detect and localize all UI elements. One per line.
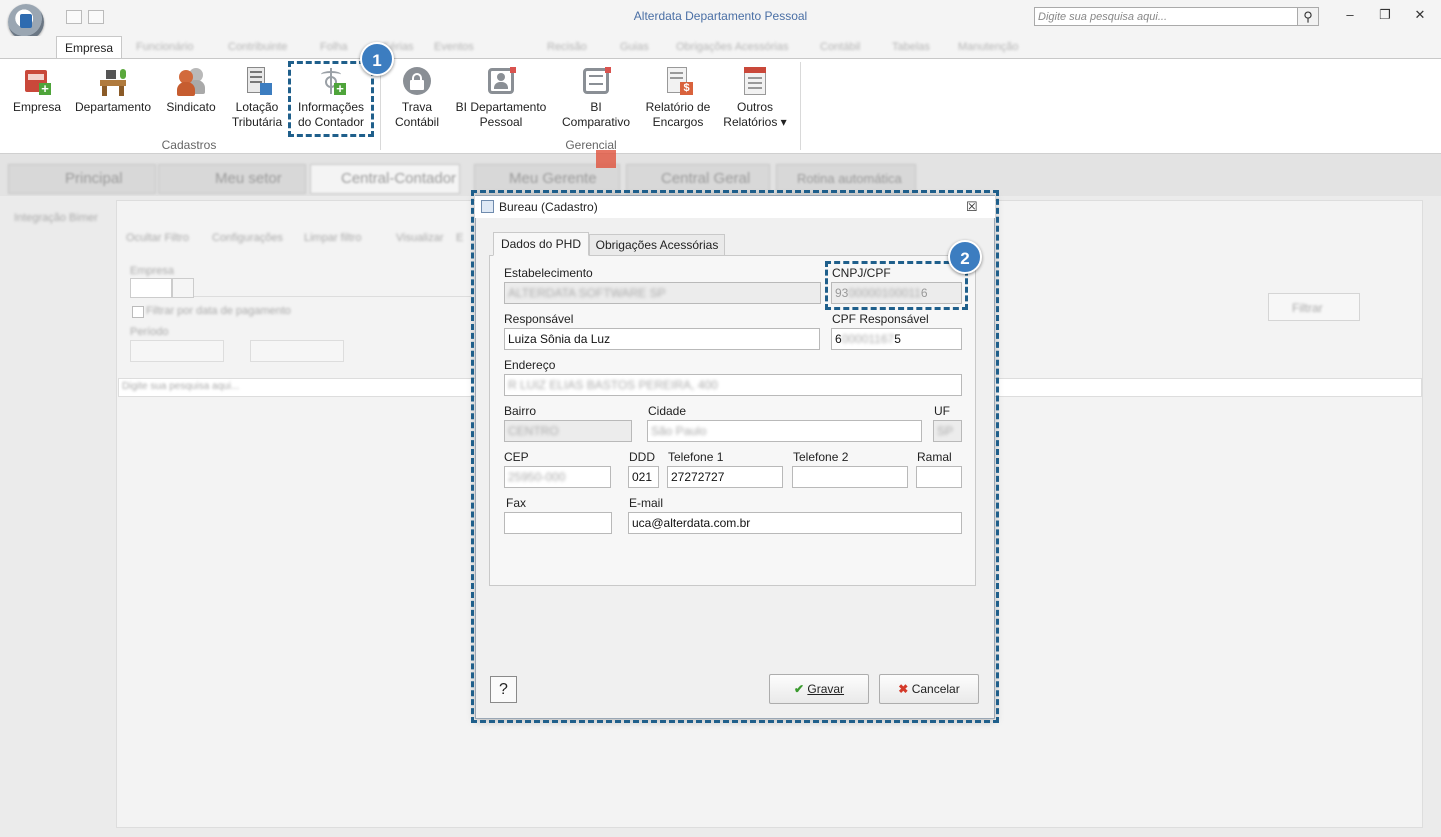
empresa-filter-label: Empresa — [130, 265, 175, 277]
rel-enc-label-2: Encargos — [652, 115, 704, 129]
cadastros-group-label: Cadastros — [161, 138, 217, 152]
filtrar-data-label: Filtrar por data de pagamento — [146, 305, 291, 317]
bi-comp-label-2: Comparativo — [561, 115, 631, 129]
highlight-informacoes-contador — [288, 61, 374, 137]
departamento-button[interactable]: Departamento — [72, 66, 154, 115]
ribbon-tab[interactable]: Contábil — [820, 41, 860, 53]
periodo-start-input[interactable] — [130, 340, 224, 362]
bi-comparativo-button[interactable]: BI Comparativo — [556, 66, 636, 130]
close-button[interactable]: ✕ — [1410, 7, 1430, 25]
lotacao-label-2: Tributária — [231, 115, 283, 129]
side-item-integracao[interactable]: Integração Bimer — [14, 212, 98, 224]
lock-icon — [402, 66, 432, 96]
desk-icon — [98, 66, 128, 96]
highlight-bureau-dialog — [471, 190, 999, 723]
empresa-filter-input[interactable] — [130, 278, 172, 298]
compare-icon — [581, 66, 611, 96]
ribbon-tab[interactable]: Eventos — [434, 41, 474, 53]
ribbon-tab-empresa[interactable]: Empresa — [56, 36, 122, 59]
restore-button[interactable]: ❐ — [1375, 7, 1395, 25]
limpar-filtro-button[interactable]: Limpar filtro — [304, 232, 361, 244]
report-icon — [740, 66, 770, 96]
filtrar-button-label: Filtrar — [1292, 301, 1323, 315]
bi-dp-label-1: BI Departamento — [455, 100, 547, 114]
periodo-label: Período — [130, 326, 169, 338]
doc-tab-meu-setor[interactable]: Meu setor — [158, 164, 306, 194]
ribbon-tab[interactable]: Funcionário — [136, 41, 193, 53]
ribbon-tab[interactable]: Manutenção — [958, 41, 1019, 53]
periodo-end-input[interactable] — [250, 340, 344, 362]
trava-contabil-button[interactable]: Trava Contábil — [388, 66, 446, 130]
outros-label-2: Relatórios ▾ — [723, 115, 787, 129]
search-icon[interactable]: ⚲ — [1298, 7, 1319, 26]
empresa-button[interactable]: + Empresa — [10, 66, 64, 115]
rel-enc-label-1: Relatório de — [645, 100, 711, 114]
relatorio-de-encargos-button[interactable]: $ Relatório de Encargos — [640, 66, 716, 130]
bi-departamento-pessoal-button[interactable]: BI Departamento Pessoal — [452, 66, 550, 130]
building-grid-icon — [242, 66, 272, 96]
empresa-lookup-icon[interactable] — [172, 278, 194, 298]
configuracoes-button[interactable]: Configurações — [212, 232, 283, 244]
filtrar-data-checkbox[interactable] — [132, 306, 144, 318]
outros-relatorios-button[interactable]: Outros Relatórios ▾ — [720, 66, 790, 130]
doc-tab-central-contador[interactable]: Central-Contador — [310, 164, 460, 194]
toolbar-button[interactable]: E — [456, 232, 463, 244]
ribbon-tab[interactable]: Obrigações Acessórias — [676, 41, 789, 53]
ribbon-tab[interactable]: Tabelas — [892, 41, 930, 53]
report-money-icon: $ — [663, 66, 693, 96]
step-badge-1: 1 — [360, 42, 394, 76]
grid-search-hint: Digite sua pesquisa aqui... — [122, 381, 240, 392]
doc-tab-principal[interactable]: Principal — [8, 164, 156, 194]
people-icon — [176, 66, 206, 96]
bi-dp-label-2: Pessoal — [479, 115, 523, 129]
departamento-label: Departamento — [74, 100, 152, 114]
trava-label-1: Trava — [401, 100, 433, 114]
group-separator — [800, 62, 801, 150]
gerencial-group-label: Gerencial — [565, 138, 617, 152]
ribbon-tab[interactable]: Folha — [320, 41, 348, 53]
minimize-button[interactable]: – — [1340, 7, 1360, 25]
person-frame-icon — [486, 66, 516, 96]
sindicato-label: Sindicato — [166, 100, 216, 114]
lotacao-label-1: Lotação — [235, 100, 279, 114]
empresa-label: Empresa — [12, 100, 62, 114]
ribbon-tab[interactable]: Recisão — [547, 41, 587, 53]
outros-label-1: Outros — [736, 100, 773, 114]
trava-label-2: Contábil — [394, 115, 440, 129]
lotacao-tributaria-button[interactable]: Lotação Tributária — [228, 66, 286, 130]
sindicato-button[interactable]: Sindicato — [162, 66, 220, 115]
notification-icon — [596, 150, 616, 168]
tab-dados-do-phd[interactable]: Dados do PHD — [493, 232, 589, 256]
building-icon: + — [22, 66, 52, 96]
ribbon-tab[interactable]: Contribuinte — [228, 41, 287, 53]
empresa-name-field — [194, 278, 472, 297]
global-search-input[interactable]: Digite sua pesquisa aqui... — [1034, 7, 1298, 26]
visualizar-button[interactable]: Visualizar — [396, 232, 444, 244]
bi-comp-label-1: BI — [590, 100, 602, 114]
ribbon-tab[interactable]: Guias — [620, 41, 649, 53]
ocultar-filtro-button[interactable]: Ocultar Filtro — [126, 232, 189, 244]
